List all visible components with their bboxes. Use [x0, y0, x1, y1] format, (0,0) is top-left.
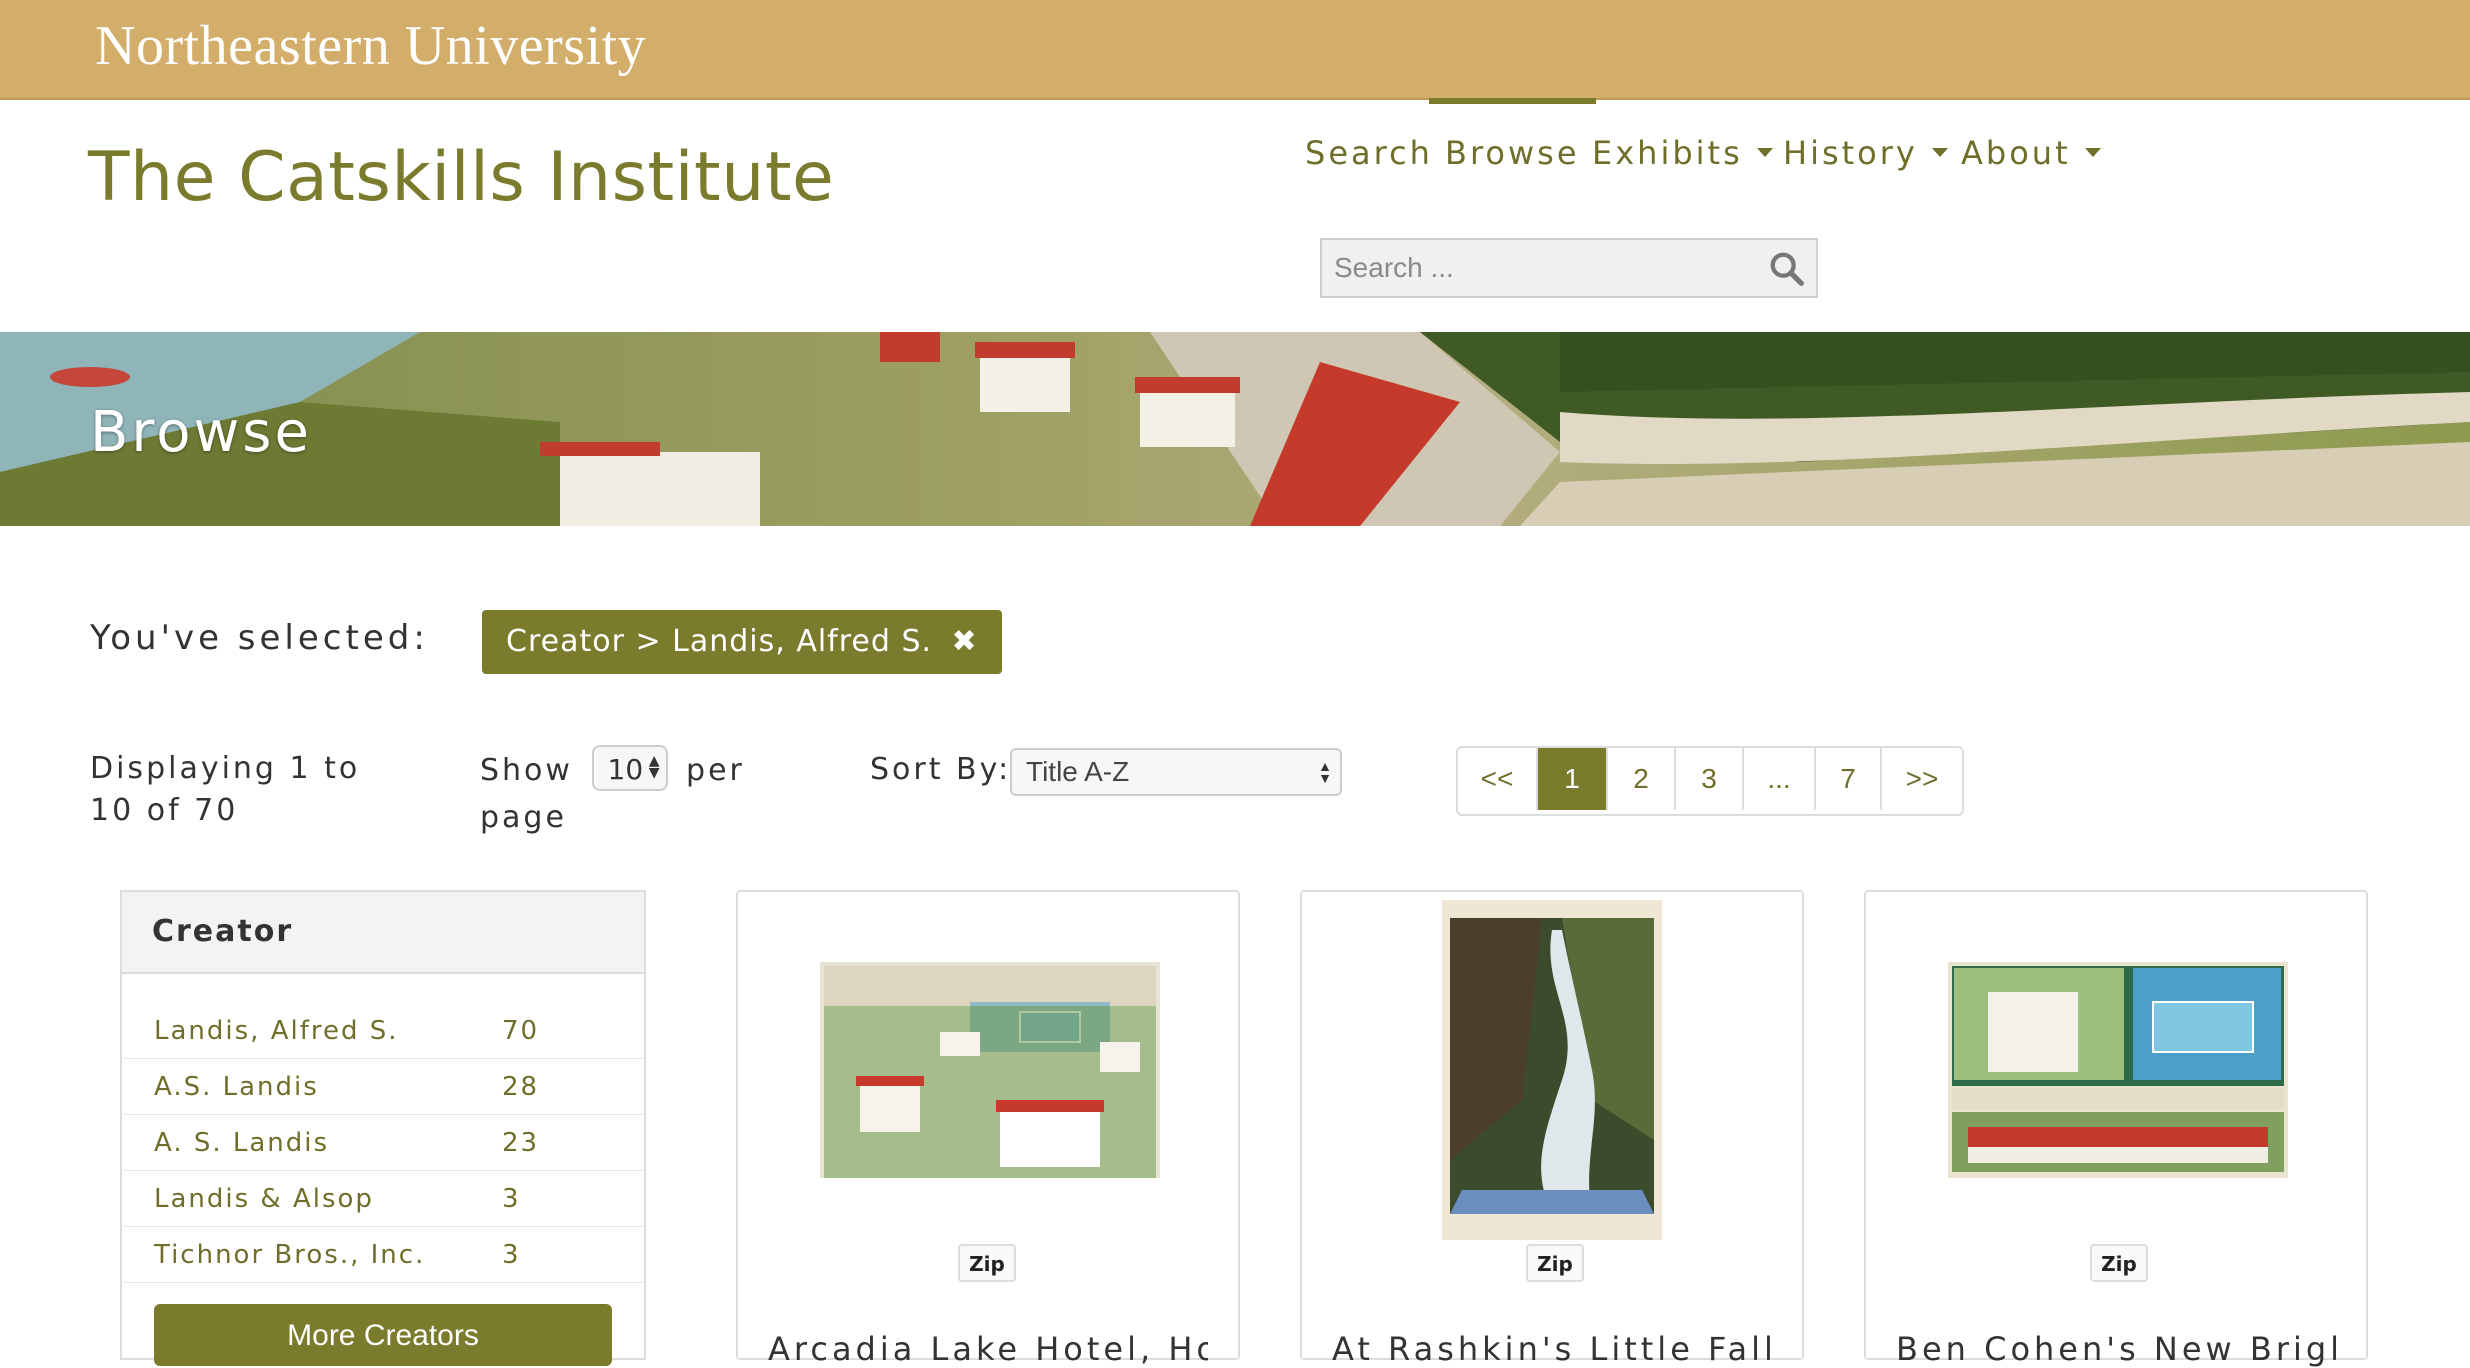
selected-filter-chip[interactable]: Creator > Landis, Alfred S. ✖	[482, 610, 1002, 674]
per-page-control: Show 10 ▲ ▼ per page	[480, 744, 780, 841]
zip-download-button[interactable]: Zip	[1526, 1244, 1584, 1282]
page-last[interactable]: >>	[1882, 748, 1962, 810]
facet-item-name: A.S. Landis	[154, 1072, 319, 1102]
facet-item-name: Landis, Alfred S.	[154, 1016, 399, 1046]
nav-exhibits[interactable]: Exhibits	[1592, 134, 1773, 172]
nav-about-label: About	[1961, 134, 2071, 172]
facet-item-count: 3	[502, 1184, 521, 1214]
filter-chip-label: Creator > Landis, Alfred S.	[506, 624, 933, 659]
show-label: Show	[480, 753, 573, 788]
postcard-thumbnail[interactable]	[1948, 962, 2288, 1178]
result-count: Displaying 1 to 10 of 70	[90, 751, 361, 828]
nav-browse[interactable]: Browse	[1429, 98, 1595, 172]
university-topbar: Northeastern University	[0, 0, 2470, 100]
more-creators-button[interactable]: More Creators	[154, 1304, 612, 1366]
page-7[interactable]: 7	[1816, 748, 1882, 810]
result-card: Zip Arcadia Lake Hotel, Ho	[736, 890, 1240, 1368]
card-title[interactable]: At Rashkin's Little Falls	[1332, 1330, 1772, 1368]
facet-item-name: Tichnor Bros., Inc.	[154, 1240, 426, 1270]
nav-history[interactable]: History	[1783, 134, 1948, 172]
nav-about[interactable]: About	[1961, 134, 2101, 172]
site-search	[1320, 238, 1818, 298]
chevron-down-icon	[2084, 147, 2101, 157]
facet-item-name: A. S. Landis	[154, 1128, 330, 1158]
sort-label: Sort By:	[870, 752, 1012, 787]
creator-facet: Creator Landis, Alfred S. 70 A.S. Landis…	[120, 890, 646, 1366]
banner-postcard-image	[0, 332, 2470, 526]
chevron-down-icon	[1756, 147, 1773, 157]
card-title[interactable]: Arcadia Lake Hotel, Ho	[768, 1330, 1208, 1368]
result-card: Zip At Rashkin's Little Falls	[1300, 890, 1804, 1368]
nav-search[interactable]: Search	[1305, 134, 1433, 172]
selected-filters-label: You've selected:	[90, 618, 429, 658]
page-banner: Browse	[0, 332, 2470, 526]
select-arrows-icon: ▲ ▼	[648, 752, 660, 781]
search-icon[interactable]	[1768, 250, 1806, 288]
facet-item-count: 3	[502, 1240, 521, 1270]
per-page-select[interactable]: 10 ▲ ▼	[591, 744, 668, 791]
page-2[interactable]: 2	[1608, 748, 1676, 810]
nav-history-label: History	[1783, 134, 1918, 172]
facet-item[interactable]: Tichnor Bros., Inc. 3	[124, 1226, 644, 1283]
zip-download-button[interactable]: Zip	[2090, 1244, 2148, 1282]
zip-download-button[interactable]: Zip	[958, 1244, 1016, 1282]
facet-item-count: 28	[502, 1072, 540, 1102]
sort-select[interactable]: Title A-Z ▲ ▼	[1010, 748, 1342, 796]
nav-browse-label: Browse	[1445, 134, 1580, 172]
banner-title: Browse	[90, 400, 312, 465]
select-arrows-icon: ▲ ▼	[1318, 758, 1332, 786]
per-page-value: 10	[607, 752, 644, 786]
facet-item-name: Landis & Alsop	[154, 1184, 374, 1214]
facet-item[interactable]: Landis & Alsop 3	[124, 1170, 644, 1227]
page-1[interactable]: 1	[1538, 748, 1608, 810]
page-3[interactable]: 3	[1676, 748, 1744, 810]
sort-value: Title A-Z	[1026, 756, 1130, 787]
facet-item[interactable]: A. S. Landis 23	[124, 1114, 644, 1171]
site-title[interactable]: The Catskills Institute	[88, 138, 834, 217]
facet-item[interactable]: A.S. Landis 28	[124, 1058, 644, 1115]
postcard-thumbnail[interactable]	[820, 962, 1160, 1178]
page-first[interactable]: <<	[1458, 748, 1538, 810]
nav-exhibits-label: Exhibits	[1592, 134, 1743, 172]
card-title[interactable]: Ben Cohen's New Brigh	[1896, 1330, 2336, 1368]
page-ellipsis: ...	[1744, 748, 1816, 810]
postcard-thumbnail[interactable]	[1442, 900, 1662, 1240]
facet-item-count: 70	[502, 1016, 540, 1046]
result-card: Zip Ben Cohen's New Brigh	[1864, 890, 2368, 1368]
facet-item[interactable]: Landis, Alfred S. 70	[124, 1002, 644, 1059]
search-input[interactable]	[1322, 240, 1742, 296]
pagination: << 1 2 3 ... 7 >>	[1456, 746, 1964, 816]
university-logo[interactable]: Northeastern University	[95, 14, 646, 78]
facet-title: Creator	[122, 892, 644, 974]
facet-item-count: 23	[502, 1128, 540, 1158]
close-icon[interactable]: ✖	[940, 624, 978, 659]
chevron-down-icon	[1931, 147, 1948, 157]
